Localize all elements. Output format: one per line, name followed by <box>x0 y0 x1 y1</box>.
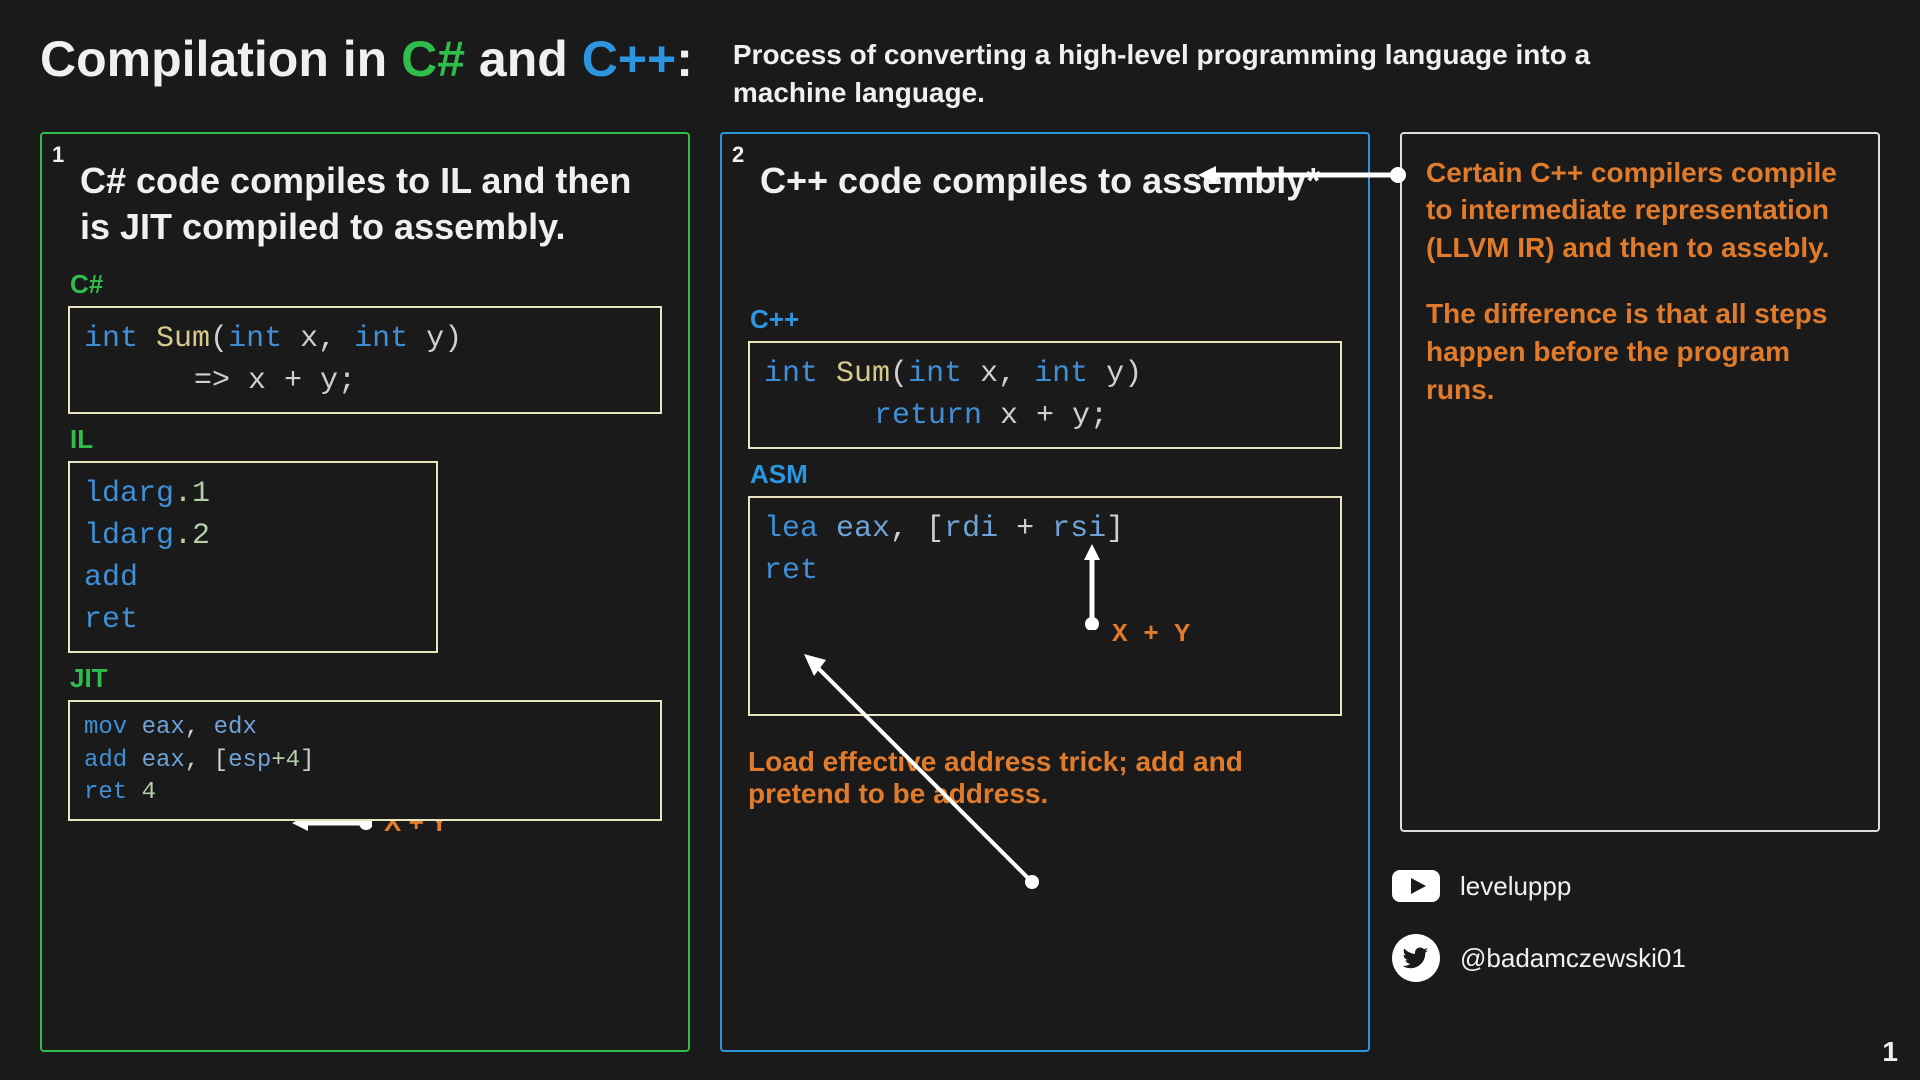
title-prefix: Compilation in <box>40 31 401 87</box>
panel-csharp: 1 C# code compiles to IL and then is JIT… <box>40 132 690 1052</box>
social-twitter: @badamczewski01 <box>1390 932 1686 984</box>
label-il: IL <box>70 424 662 455</box>
page-title: Compilation in C# and C++: <box>40 30 693 88</box>
social-youtube: leveluppp <box>1390 860 1686 912</box>
asm-annot-xy: X + Y <box>1112 616 1190 652</box>
il-row: ret <box>84 599 422 641</box>
panel-csharp-heading: C# code compiles to IL and then is JIT c… <box>68 158 662 252</box>
twitter-label: @badamczewski01 <box>1460 943 1686 974</box>
codebox-cpp: int Sum(int x, int y) return x + y; <box>748 341 1342 449</box>
codebox-jit: mov eax, edx add eax, [esp+4] ret 4 <box>68 700 662 821</box>
twitter-icon <box>1390 932 1442 984</box>
arrow-up-icon <box>1080 544 1104 630</box>
il-row: ldarg.1 <box>84 473 422 515</box>
panel-cpp: 2 C++ code compiles to assembly* C++ int… <box>720 132 1370 1052</box>
page-subtitle: Process of converting a high-level progr… <box>733 30 1613 112</box>
panel-cpp-heading: C++ code compiles to assembly* <box>748 158 1342 205</box>
il-row: ldarg.2 <box>84 515 422 557</box>
arrow-diagonal-icon <box>792 642 1052 892</box>
title-cpp: C++ <box>582 31 677 87</box>
note-paragraph-2: The difference is that all steps happen … <box>1426 295 1854 408</box>
note-paragraph-1: Certain C++ compilers compile to interme… <box>1426 154 1854 267</box>
panel-number-2: 2 <box>732 142 744 168</box>
label-jit: JIT <box>70 663 662 694</box>
page-number: 1 <box>1882 1036 1898 1068</box>
panel-note: Certain C++ compilers compile to interme… <box>1400 132 1880 832</box>
youtube-label: leveluppp <box>1460 871 1571 902</box>
label-asm: ASM <box>750 459 1342 490</box>
socials: leveluppp @badamczewski01 <box>1390 860 1686 1004</box>
codebox-il: ldarg.1 ldarg.2 add ret <box>68 461 438 653</box>
label-csharp: C# <box>70 269 662 300</box>
header: Compilation in C# and C++: Process of co… <box>30 20 1890 132</box>
il-row: add <box>84 557 422 599</box>
youtube-icon <box>1390 860 1442 912</box>
title-suffix: : <box>676 31 693 87</box>
codebox-csharp: int Sum(int x, int y) => x + y; <box>68 306 662 414</box>
label-cpp: C++ <box>750 304 1342 335</box>
title-csharp: C# <box>401 31 465 87</box>
panel-number-1: 1 <box>52 142 64 168</box>
title-and: and <box>465 31 582 87</box>
